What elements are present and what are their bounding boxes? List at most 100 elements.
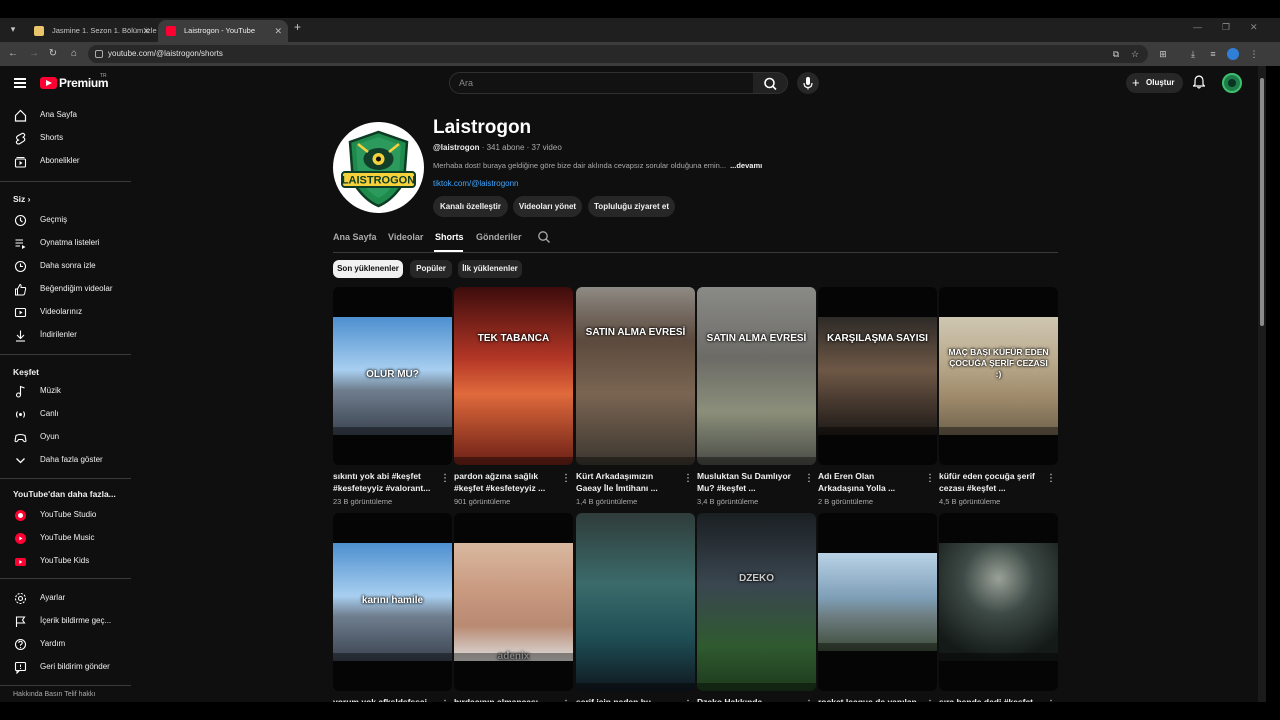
more-options-icon[interactable]: ⋮ [440,473,450,485]
menu-icon[interactable] [14,78,26,88]
install-app-icon[interactable]: ⧉ [1110,48,1122,60]
short-thumbnail[interactable]: KARŞILAŞMA SAYISI [818,287,937,465]
tab-shorts[interactable]: Shorts [435,232,464,242]
search-button[interactable] [753,72,788,94]
browser-tab-youtube[interactable]: Laistrogon - YouTube ✕ [158,20,288,42]
short-card[interactable]: sıra bende dedi #keşfet⋮ [939,513,1058,702]
more-options-icon[interactable]: ⋮ [561,473,571,485]
short-card[interactable]: adenix hırdacının almancası⋮ [454,513,573,702]
channel-avatar[interactable]: LAISTROGON [333,122,424,213]
minimize-icon[interactable]: — [1193,22,1202,32]
short-title[interactable]: Musluktan Su Damlıyor Mu? #keşfet ... [697,470,801,494]
sidebar-item-gaming[interactable]: Oyun [8,428,132,448]
sidebar-section-you[interactable]: Siz › [13,194,31,204]
sidebar-item-music[interactable]: Müzik [8,382,132,402]
sidebar-item-live[interactable]: Canlı [8,405,132,425]
close-tab-icon[interactable]: ✕ [274,20,282,42]
sidebar-item-history[interactable]: Geçmiş [8,211,132,231]
more-options-icon[interactable]: ⋮ [925,473,935,485]
short-thumbnail[interactable] [576,513,695,691]
more-options-icon[interactable]: ⋮ [804,473,814,485]
short-thumbnail[interactable]: karını hamile [333,513,452,691]
bookmark-star-icon[interactable]: ☆ [1129,48,1141,60]
sidebar-item-downloads[interactable]: İndirilenler [8,326,132,346]
sidebar-item-watch-later[interactable]: Daha sonra izle [8,257,132,277]
short-card[interactable]: KARŞILAŞMA SAYISI Adı Eren Olan Arkadaşın… [818,287,937,517]
tab-home[interactable]: Ana Sayfa [333,232,377,242]
sidebar-item-youtube-kids[interactable]: YouTube Kids [8,552,132,572]
short-card[interactable]: SATIN ALMA EVRESİ Musluktan Su Damlıyor M… [697,287,816,517]
sidebar-item-shorts[interactable]: Shorts [8,129,132,149]
chip-latest[interactable]: Son yüklenenler [333,260,403,278]
short-title[interactable]: Dzeko Hakkında [697,696,801,702]
page-scrollbar[interactable] [1258,66,1266,702]
home-browser-icon[interactable]: ⌂ [67,47,81,61]
sidebar-item-youtube-music[interactable]: YouTube Music [8,529,132,549]
short-card[interactable]: SATIN ALMA EVRESİ Kürt Arkadaşımızın Gaea… [576,287,695,517]
more-options-icon[interactable]: ⋮ [804,699,814,702]
more-options-icon[interactable]: ⋮ [1046,473,1056,485]
search-input[interactable]: Ara [449,72,754,94]
sidebar-item-help[interactable]: Yardım [8,635,132,655]
short-card[interactable]: rocket league de yapılan⋮ [818,513,937,702]
chip-popular[interactable]: Popüler [410,260,452,278]
short-title[interactable]: hırdacının almancası [454,696,558,702]
downloads-icon[interactable]: ⤓ [1187,48,1199,60]
short-title[interactable]: rocket league de yapılan [818,696,922,702]
short-title[interactable]: Kürt Arkadaşımızın Gaeay İle İmtihanı ..… [576,470,680,494]
short-card[interactable]: karını hamile yorum yok afksldsfssai⋮ [333,513,452,702]
short-thumbnail[interactable]: DZEKO [697,513,816,691]
close-window-icon[interactable]: ✕ [1250,22,1258,33]
more-options-icon[interactable]: ⋮ [683,699,693,702]
maximize-icon[interactable]: ❐ [1222,22,1230,33]
tab-posts[interactable]: Gönderiler [476,232,522,242]
site-info-icon[interactable] [95,50,103,58]
sidebar-item-youtube-studio[interactable]: YouTube Studio [8,506,132,526]
short-title[interactable]: yorum yok afksldsfssai [333,696,437,702]
sidebar-item-home[interactable]: Ana Sayfa [8,106,132,126]
extensions-icon[interactable]: ⊞ [1157,48,1169,60]
short-card[interactable]: MAÇ BAŞI KÜFÜR EDEN ÇOCUĞA ŞERİF CEZASI … [939,287,1058,517]
short-title[interactable]: pardon ağzına sağlık #keşfet #kesfeteyyi… [454,470,558,494]
reload-icon[interactable]: ↻ [46,47,60,61]
forward-icon[interactable]: → [27,47,41,61]
sidebar-footer-links[interactable]: Hakkında Basın Telif hakkı [13,691,95,698]
voice-search-button[interactable] [797,72,819,94]
visit-community-button[interactable]: Topluluğu ziyaret et [588,196,675,217]
sidebar-item-your-videos[interactable]: Videolarınız [8,303,132,323]
short-thumbnail[interactable]: adenix [454,513,573,691]
notifications-bell-icon[interactable] [1193,75,1205,89]
chip-oldest[interactable]: İlk yüklenenler [458,260,522,278]
short-thumbnail[interactable] [939,513,1058,691]
back-icon[interactable]: ← [6,47,20,61]
tab-videos[interactable]: Videolar [388,232,423,242]
short-title[interactable]: şerif için neden bu [576,696,680,702]
short-title[interactable]: küfür eden çocuğa şerif cezası #keşfet .… [939,470,1043,494]
sidebar-item-subscriptions[interactable]: Abonelikler [8,152,132,172]
more-options-icon[interactable]: ⋮ [1046,699,1056,702]
url-field[interactable]: youtube.com/@laistrogon/shorts [88,45,1148,63]
translate-icon[interactable]: ≡ [1207,48,1219,60]
short-card[interactable]: OLUR MU? sıkıntı yok abi #keşfet #kesfete… [333,287,452,517]
channel-search-icon[interactable] [537,230,551,244]
short-card[interactable]: şerif için neden bu⋮ [576,513,695,702]
more-options-icon[interactable]: ⋮ [925,699,935,702]
close-tab-icon[interactable]: ✕ [142,20,150,42]
more-options-icon[interactable]: ⋮ [561,699,571,702]
channel-link[interactable]: tiktok.com/@laistrogonn [433,179,519,188]
scrollbar-thumb[interactable] [1260,78,1264,326]
browser-tab-jasmine[interactable]: Jasmine 1. Sezon 1. Bölüm izle ✕ [26,20,157,42]
short-thumbnail[interactable]: TEK TABANCA [454,287,573,465]
sidebar-item-send-feedback[interactable]: Geri bildirim gönder [8,658,132,678]
short-thumbnail[interactable] [818,513,937,691]
sidebar-item-settings[interactable]: Ayarlar [8,589,132,609]
short-title[interactable]: sıra bende dedi #keşfet [939,696,1043,702]
short-card[interactable]: DZEKO Dzeko Hakkında⋮ [697,513,816,702]
more-options-icon[interactable]: ⋮ [440,699,450,702]
account-avatar[interactable] [1222,73,1242,93]
more-options-icon[interactable]: ⋮ [683,473,693,485]
new-tab-icon[interactable]: + [294,20,301,34]
sidebar-item-report-history[interactable]: İçerik bildirme geç... [8,612,132,632]
short-title[interactable]: Adı Eren Olan Arkadaşına Yolla ... [818,470,922,494]
manage-videos-button[interactable]: Videoları yönet [513,196,582,217]
